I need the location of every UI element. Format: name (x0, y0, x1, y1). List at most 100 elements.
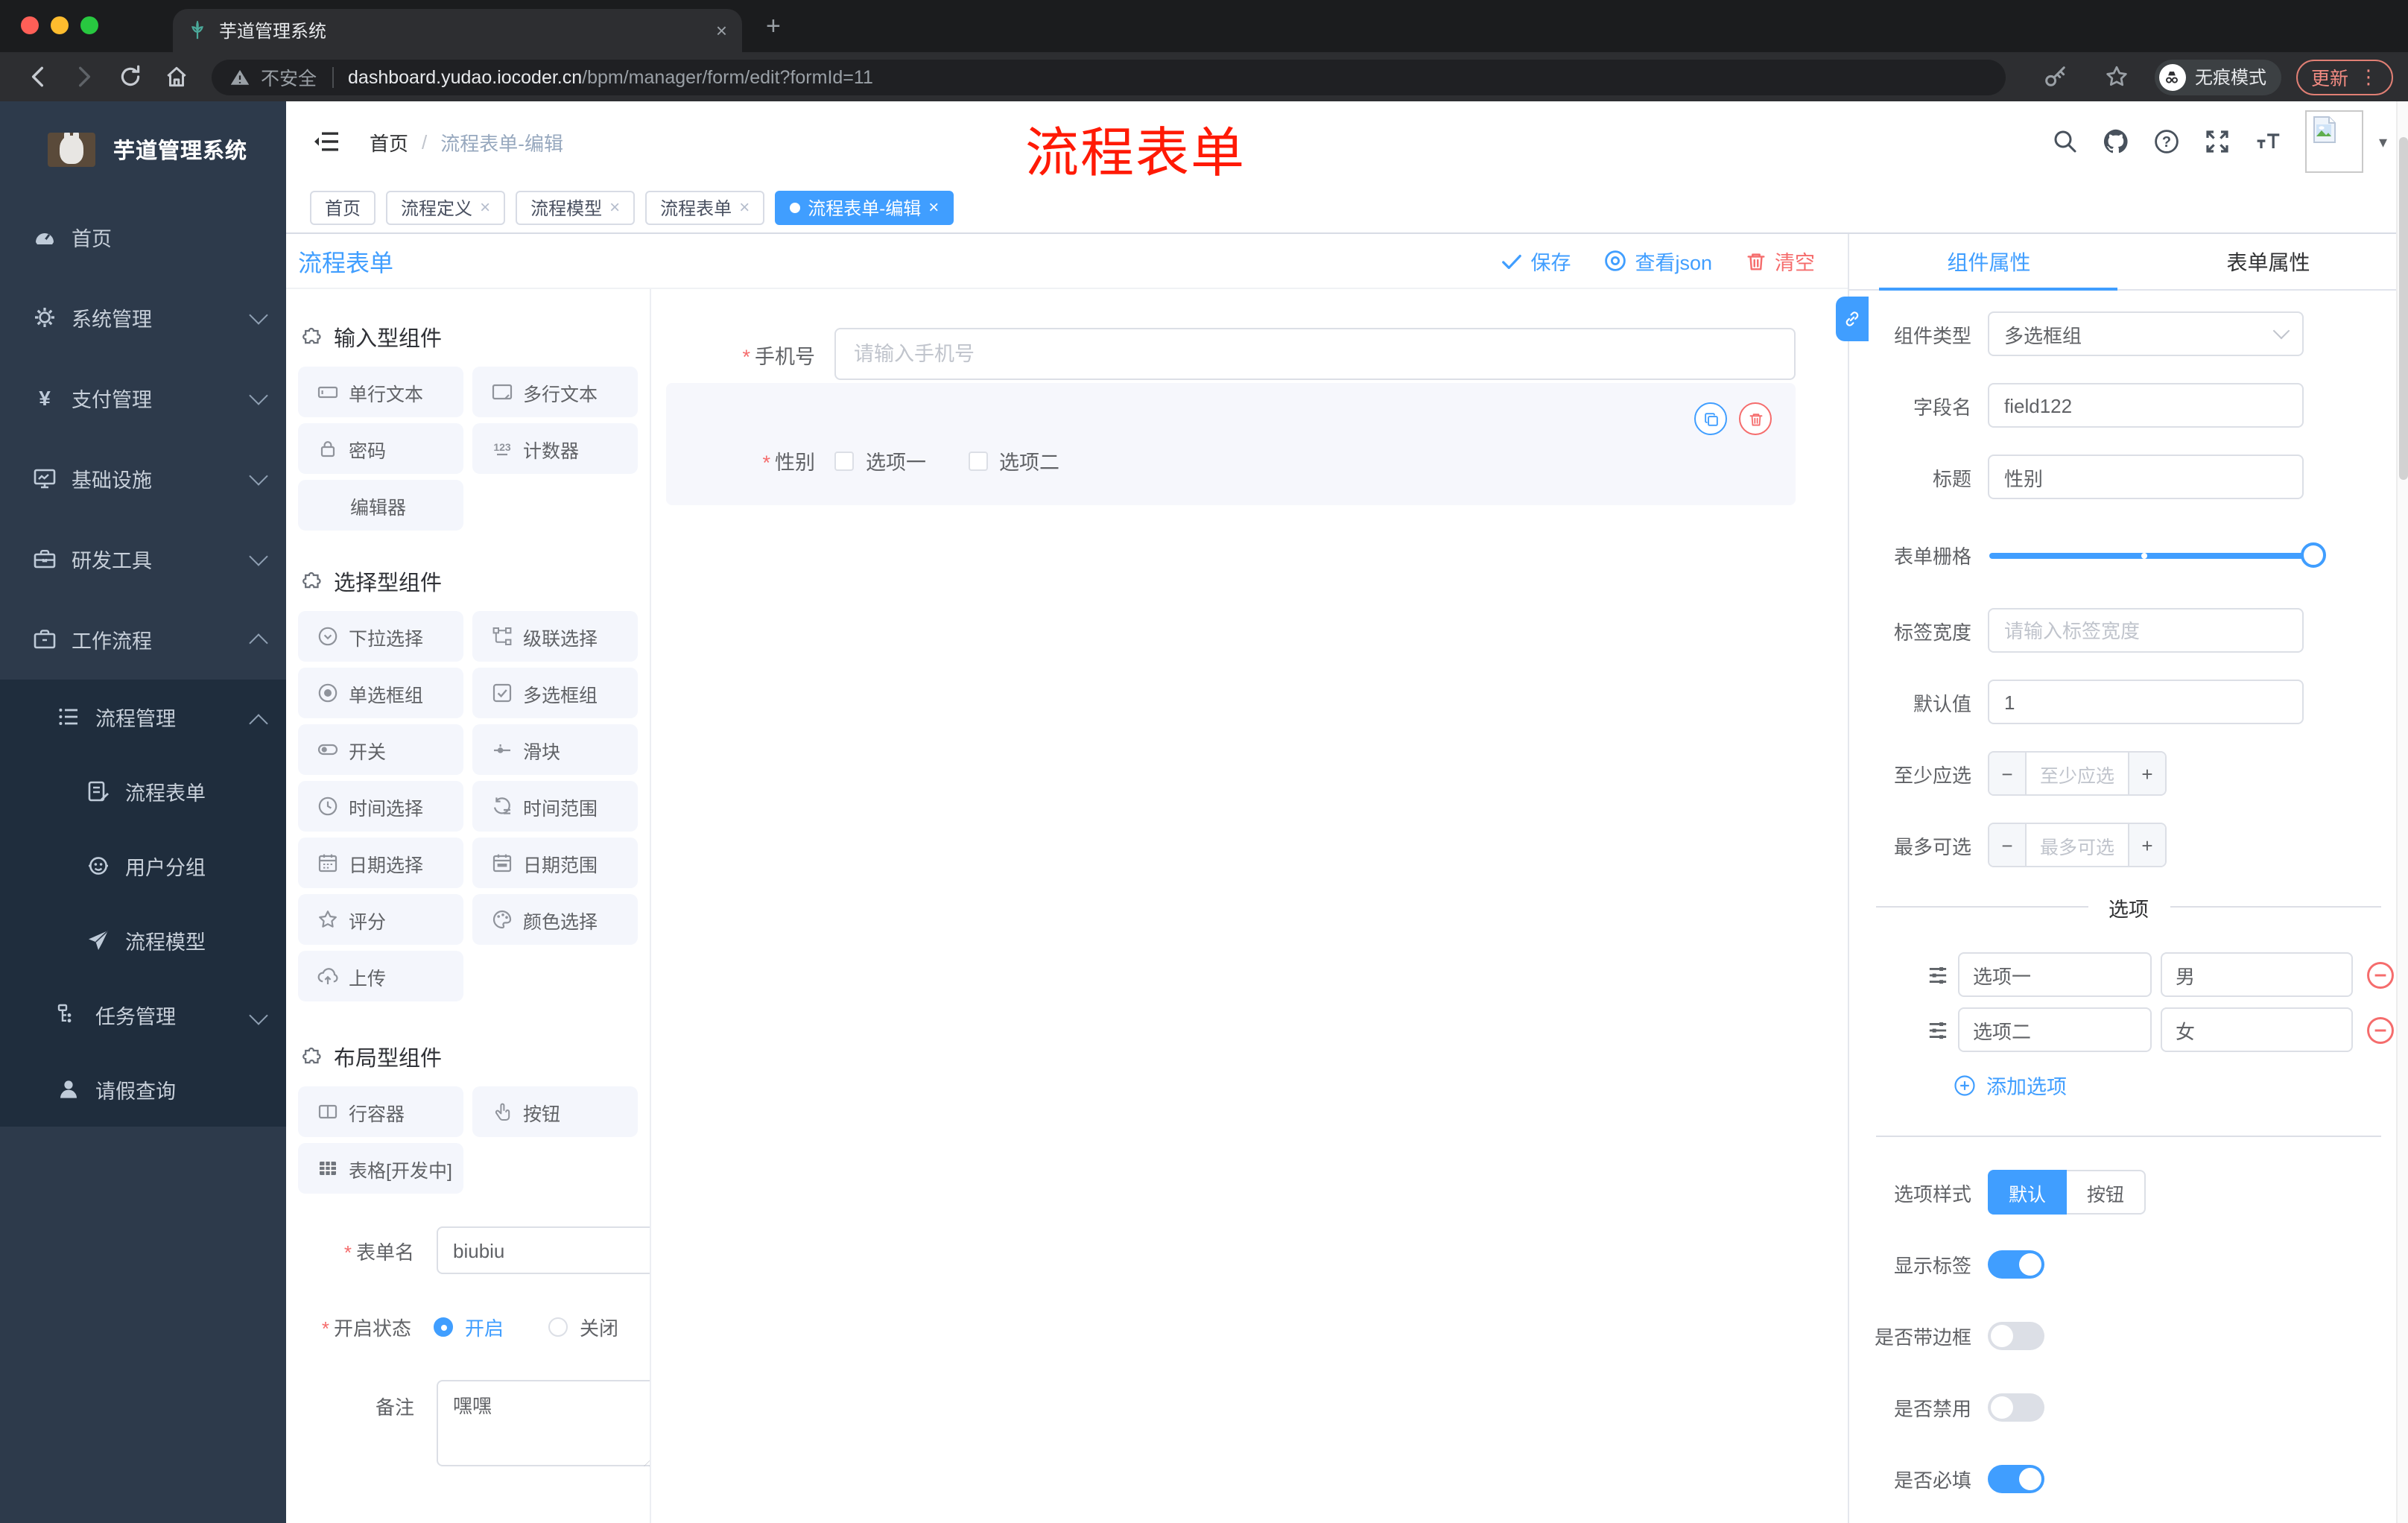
maximize-window-button[interactable] (80, 16, 98, 34)
field-name-input[interactable] (1988, 383, 2304, 428)
tab-close-icon[interactable]: × (609, 198, 620, 216)
remove-option-button[interactable] (2366, 960, 2395, 989)
default-value-input[interactable] (1988, 680, 2304, 724)
tab-process-form-edit-active[interactable]: 流程表单-编辑 × (775, 190, 954, 224)
show-label-toggle[interactable] (1988, 1250, 2044, 1279)
sidebar-item-workflow[interactable]: 工作流程 (0, 599, 286, 680)
sidebar-item-process-form[interactable]: 流程表单 (0, 754, 286, 829)
tab-process-model[interactable]: 流程模型 × (516, 190, 636, 224)
view-json-button[interactable]: 查看json (1603, 246, 1712, 276)
palette-item-date-range[interactable]: 日期范围 (472, 838, 638, 888)
stepper-decrease-button[interactable]: − (1989, 824, 2027, 866)
clear-button[interactable]: 清空 (1745, 246, 1815, 276)
font-size-icon[interactable] (2255, 128, 2282, 155)
avatar[interactable] (2305, 110, 2364, 173)
disabled-toggle[interactable] (1988, 1393, 2044, 1422)
collapse-sidebar-icon[interactable] (313, 130, 340, 153)
minimize-window-button[interactable] (51, 16, 69, 34)
link-affix-button[interactable] (1836, 297, 1869, 341)
with-border-toggle[interactable] (1988, 1322, 2044, 1350)
palette-item-counter[interactable]: 123 计数器 (472, 423, 638, 474)
palette-item-time-range[interactable]: 时间范围 (472, 781, 638, 832)
max-select-placeholder[interactable]: 最多可选 (2027, 824, 2128, 866)
stepper-decrease-button[interactable]: − (1989, 753, 2027, 794)
option2-value-input[interactable] (2161, 1007, 2353, 1052)
sidebar-item-process-model[interactable]: 流程模型 (0, 903, 286, 978)
delete-component-button[interactable] (1739, 402, 1772, 435)
gender-option1-label[interactable]: 选项一 (866, 446, 926, 475)
palette-item-date-picker[interactable]: 日期选择 (298, 838, 463, 888)
tab-process-form[interactable]: 流程表单 × (645, 190, 765, 224)
label-width-input[interactable] (1988, 608, 2304, 653)
slider-handle[interactable] (2301, 542, 2326, 567)
palette-item-time-picker[interactable]: 时间选择 (298, 781, 463, 832)
sidebar-item-process-management[interactable]: 流程管理 (0, 680, 286, 754)
tab-component-props[interactable]: 组件属性 (1849, 234, 2129, 289)
stepper-increase-button[interactable]: + (2128, 753, 2165, 794)
sidebar-item-home[interactable]: 首页 (0, 197, 286, 277)
form-canvas[interactable]: 手机号 (651, 289, 1848, 1523)
tab-process-definition[interactable]: 流程定义 × (386, 190, 506, 224)
canvas-field-gender-selected[interactable]: 性别 选项一 选项二 (666, 383, 1796, 505)
sidebar-item-infra[interactable]: 基础设施 (0, 438, 286, 519)
palette-item-button[interactable]: 按钮 (472, 1086, 638, 1137)
gender-option2-checkbox[interactable] (968, 451, 987, 470)
component-type-select[interactable]: 多选框组 (1988, 311, 2304, 356)
min-select-placeholder[interactable]: 至少应选 (2027, 753, 2128, 794)
browser-update-button[interactable]: 更新 ⋮ (2295, 59, 2393, 95)
fullscreen-icon[interactable] (2205, 128, 2231, 155)
breadcrumb-home[interactable]: 首页 (370, 127, 408, 156)
drag-handle-icon[interactable] (1927, 1019, 1949, 1041)
palette-item-editor[interactable]: 编辑器 (298, 480, 463, 531)
palette-item-checkbox-group[interactable]: 多选框组 (472, 668, 638, 718)
status-off-label[interactable]: 关闭 (580, 1313, 618, 1341)
forward-icon[interactable] (72, 64, 97, 89)
palette-item-switch[interactable]: 开关 (298, 724, 463, 775)
sidebar-item-devtools[interactable]: 研发工具 (0, 519, 286, 599)
gender-option2-label[interactable]: 选项二 (999, 446, 1059, 475)
palette-item-row-container[interactable]: 行容器 (298, 1086, 463, 1137)
palette-item-rate[interactable]: 评分 (298, 894, 463, 945)
sidebar-item-payment[interactable]: ¥ 支付管理 (0, 358, 286, 438)
browser-menu-kebab-icon[interactable]: ⋮ (2359, 67, 2378, 86)
drag-handle-icon[interactable] (1927, 963, 1949, 986)
sidebar-item-system[interactable]: 系统管理 (0, 277, 286, 358)
palette-item-select[interactable]: 下拉选择 (298, 611, 463, 662)
form-remark-textarea[interactable]: 嘿嘿 (437, 1380, 650, 1466)
status-off-radio[interactable] (548, 1317, 568, 1337)
status-on-radio[interactable] (434, 1317, 453, 1337)
url-bar[interactable]: 不安全 dashboard.yudao.iocoder.cn/bpm/manag… (212, 59, 2006, 95)
option2-label-input[interactable] (1958, 1007, 2152, 1052)
palette-item-single-text[interactable]: 单行文本 (298, 367, 463, 417)
style-default-button[interactable]: 默认 (1988, 1170, 2067, 1215)
tab-close-icon[interactable]: × (928, 198, 939, 216)
add-option-button[interactable]: 添加选项 (1954, 1070, 2408, 1100)
reload-icon[interactable] (118, 64, 143, 89)
sidebar-item-task-management[interactable]: 任务管理 (0, 978, 286, 1052)
stepper-increase-button[interactable]: + (2128, 824, 2165, 866)
palette-item-multi-text[interactable]: 多行文本 (472, 367, 638, 417)
search-icon[interactable] (2053, 128, 2079, 155)
palette-item-table[interactable]: 表格[开发中] (298, 1143, 463, 1194)
help-icon[interactable]: ? (2154, 128, 2181, 155)
form-grid-slider[interactable] (1989, 542, 2326, 567)
title-input[interactable] (1988, 455, 2304, 499)
required-toggle[interactable] (1988, 1465, 2044, 1493)
password-key-icon[interactable] (2043, 64, 2068, 89)
style-button-button[interactable]: 按钮 (2067, 1170, 2146, 1215)
option1-label-input[interactable] (1958, 952, 2152, 997)
browser-tab[interactable]: 芋道管理系统 × (173, 9, 742, 52)
home-icon[interactable] (164, 64, 189, 89)
tab-form-props[interactable]: 表单属性 (2129, 234, 2408, 289)
gender-option1-checkbox[interactable] (834, 451, 854, 470)
sidebar-item-leave-query[interactable]: 请假查询 (0, 1052, 286, 1127)
page-scrollbar[interactable] (2396, 101, 2408, 1523)
canvas-field-phone[interactable]: 手机号 (666, 328, 1796, 380)
palette-item-color-picker[interactable]: 颜色选择 (472, 894, 638, 945)
github-icon[interactable] (2103, 128, 2130, 155)
palette-item-password[interactable]: 密码 (298, 423, 463, 474)
copy-component-button[interactable] (1694, 402, 1727, 435)
form-name-input[interactable] (437, 1226, 650, 1274)
phone-input[interactable] (834, 328, 1796, 380)
tab-close-icon[interactable]: × (480, 198, 490, 216)
